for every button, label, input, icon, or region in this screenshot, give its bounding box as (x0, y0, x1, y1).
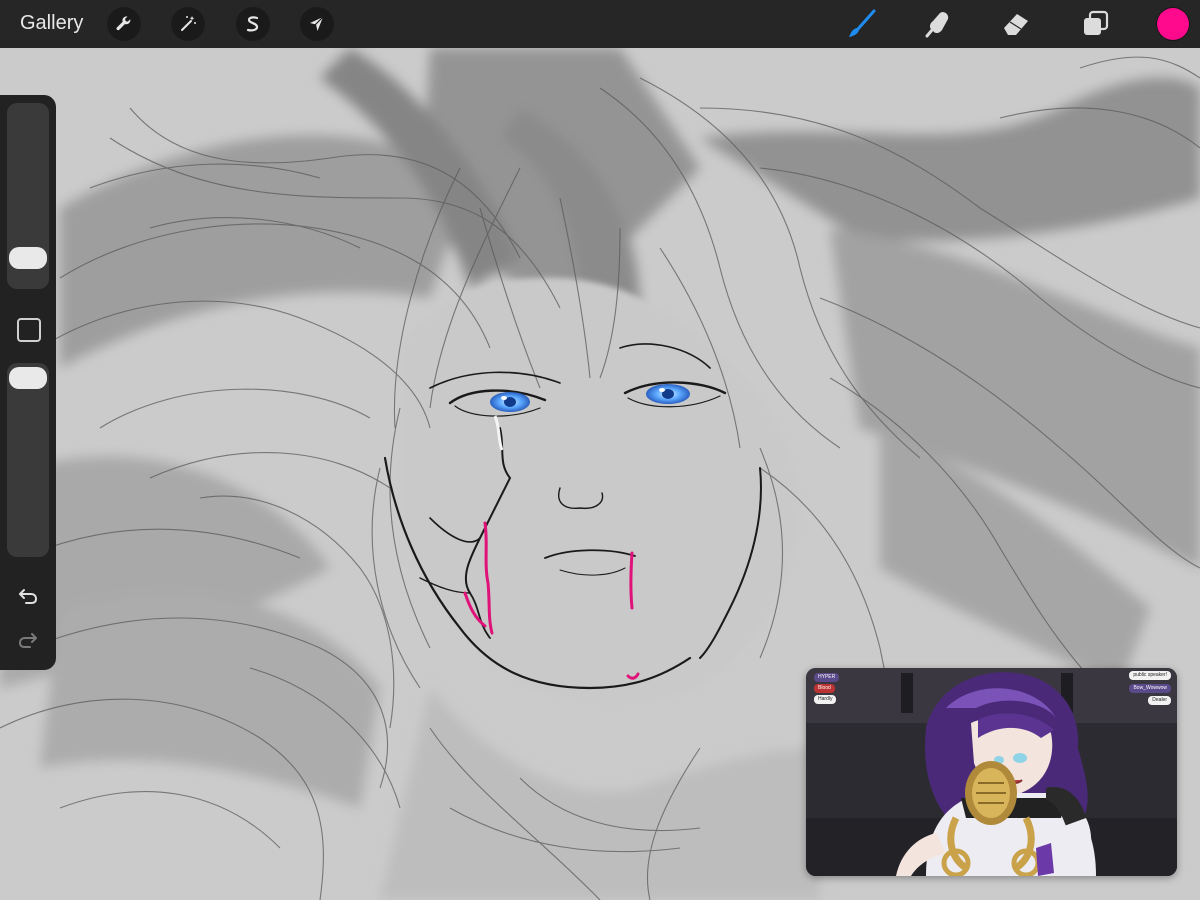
brush-icon (849, 9, 876, 37)
brush-size-slider[interactable] (7, 103, 49, 289)
selection-button[interactable] (236, 7, 270, 41)
wrench-icon (116, 16, 131, 31)
chat-tag: public speaker! (1129, 671, 1171, 680)
transform-button[interactable] (300, 7, 334, 41)
face-area (400, 277, 801, 703)
opacity-slider[interactable] (7, 363, 49, 557)
smudge-tool-button[interactable] (922, 8, 954, 40)
chat-tag: Blood (814, 684, 835, 693)
chat-tag: Hardly (814, 695, 837, 704)
redo-icon (18, 633, 37, 648)
left-sidebar (0, 95, 56, 670)
undo-button[interactable] (14, 581, 42, 609)
stream-video-frame (806, 668, 1177, 876)
arrow-cursor-icon (310, 16, 324, 31)
brush-tool-button[interactable] (846, 8, 878, 40)
gallery-button[interactable]: Gallery (20, 12, 83, 35)
top-toolbar: Gallery (0, 0, 1200, 48)
picture-in-picture-video[interactable]: HYPER Blood Hardly public speaker! Bow_W… (806, 668, 1177, 876)
eraser-icon (1004, 14, 1028, 35)
brush-size-thumb[interactable] (9, 247, 47, 270)
redo-button[interactable] (14, 625, 42, 653)
layers-tool-button[interactable] (1080, 8, 1112, 40)
smudge-icon (925, 12, 949, 38)
layers-icon (1084, 10, 1109, 35)
chat-tag: Dealer (1148, 696, 1171, 705)
chat-tag: Bow_Wowwow (1129, 684, 1171, 693)
eraser-tool-button[interactable] (1000, 8, 1032, 40)
procreate-app: Gallery HYPER Blood Hardly public speake… (0, 0, 1200, 900)
magic-wand-icon (181, 16, 196, 31)
selection-s-icon (246, 16, 259, 32)
opacity-thumb[interactable] (9, 367, 47, 389)
chat-tag: HYPER (814, 673, 840, 682)
actions-button[interactable] (107, 7, 141, 41)
color-picker-swatch[interactable] (1157, 8, 1189, 40)
undo-icon (19, 589, 38, 604)
modifier-square-icon[interactable] (17, 318, 41, 342)
adjustments-button[interactable] (171, 7, 205, 41)
